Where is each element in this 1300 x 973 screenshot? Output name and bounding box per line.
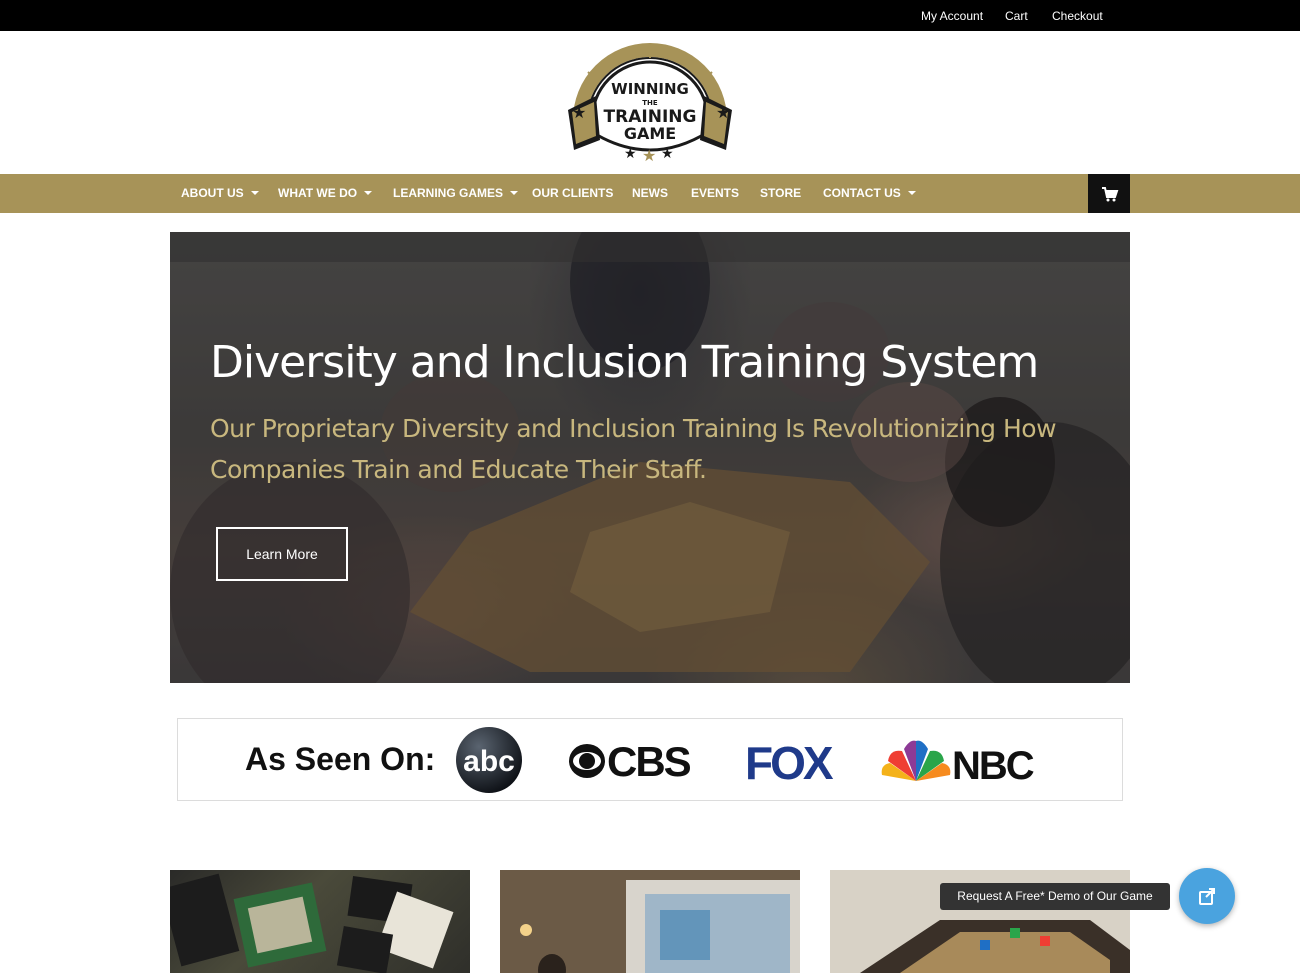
feature-card-2-image: [500, 870, 800, 973]
feature-card-2[interactable]: [500, 870, 800, 973]
cbs-logo: CBS: [569, 739, 693, 783]
top-utility-bar: My Account Cart Checkout: [0, 0, 1300, 31]
nav-item-news[interactable]: NEWS: [632, 174, 668, 213]
as-seen-on-strip: As Seen On: abc CBS FOX NBC: [177, 718, 1123, 801]
nav-item-label: OUR CLIENTS: [532, 186, 614, 200]
feature-card-1-image: [170, 873, 454, 973]
nav-item-about-us[interactable]: ABOUT US: [181, 174, 259, 213]
caret-down-icon: [364, 190, 373, 195]
nav-cart-button[interactable]: [1088, 174, 1130, 213]
main-navigation: ABOUT US WHAT WE DO LEARNING GAMES OUR C…: [0, 174, 1300, 213]
learn-more-button[interactable]: Learn More: [216, 527, 348, 581]
nav-item-label: NEWS: [632, 186, 668, 200]
nav-item-events[interactable]: EVENTS: [691, 174, 739, 213]
hero-banner: Diversity and Inclusion Training System …: [170, 232, 1130, 683]
nbc-logo: NBC: [881, 740, 1036, 785]
feature-card-1[interactable]: [170, 870, 470, 973]
nbc-logo-text: NBC: [952, 744, 1034, 785]
svg-text:★: ★: [572, 103, 586, 122]
site-logo[interactable]: ★ ★ ★ ★ ★ WINNING THE TRAINING GAME: [560, 40, 740, 165]
abc-logo-text: abc: [463, 745, 515, 778]
nav-item-store[interactable]: STORE: [760, 174, 801, 213]
shopping-cart-icon: [1102, 187, 1119, 202]
caret-down-icon: [250, 190, 259, 195]
demo-request-tooltip[interactable]: Request A Free* Demo of Our Game: [940, 883, 1170, 910]
as-seen-on-label: As Seen On:: [245, 741, 436, 777]
demo-request-button[interactable]: [1179, 868, 1235, 924]
nav-item-label: ABOUT US: [181, 186, 244, 200]
abc-logo: abc: [456, 727, 522, 793]
fox-logo-text: FOX: [745, 739, 834, 783]
nav-item-label: STORE: [760, 186, 802, 200]
logo-line-4: GAME: [624, 124, 676, 143]
nav-item-contact-us[interactable]: CONTACT US: [823, 174, 916, 213]
nav-item-label: WHAT WE DO: [278, 186, 358, 200]
nav-item-label: LEARNING GAMES: [393, 186, 504, 200]
svg-text:★: ★: [661, 146, 674, 162]
hero-title: Diversity and Inclusion Training System: [210, 337, 1039, 388]
nav-item-label: EVENTS: [691, 186, 740, 200]
svg-text:★: ★: [642, 146, 656, 164]
external-link-icon: [1199, 888, 1215, 905]
caret-down-icon: [510, 190, 519, 195]
hero-subtitle: Our Proprietary Diversity and Inclusion …: [210, 414, 1057, 484]
svg-text:★: ★: [624, 146, 637, 162]
nav-item-our-clients[interactable]: OUR CLIENTS: [532, 174, 613, 213]
cbs-logo-text: CBS: [607, 739, 691, 783]
logo-line-2: THE: [642, 99, 658, 107]
nav-item-label: CONTACT US: [823, 186, 901, 200]
caret-down-icon: [907, 190, 916, 195]
nav-item-learning-games[interactable]: LEARNING GAMES: [393, 174, 519, 213]
svg-text:★: ★: [716, 103, 730, 122]
nav-item-what-we-do[interactable]: WHAT WE DO: [278, 174, 373, 213]
logo-line-1: WINNING: [611, 80, 689, 98]
logo-graphic: ★ ★ ★ ★ ★ WINNING THE TRAINING GAME: [568, 43, 732, 165]
cart-link[interactable]: Cart: [1005, 9, 1028, 23]
my-account-link[interactable]: My Account: [921, 9, 983, 23]
fox-logo: FOX: [745, 739, 835, 783]
checkout-link[interactable]: Checkout: [1052, 9, 1103, 23]
